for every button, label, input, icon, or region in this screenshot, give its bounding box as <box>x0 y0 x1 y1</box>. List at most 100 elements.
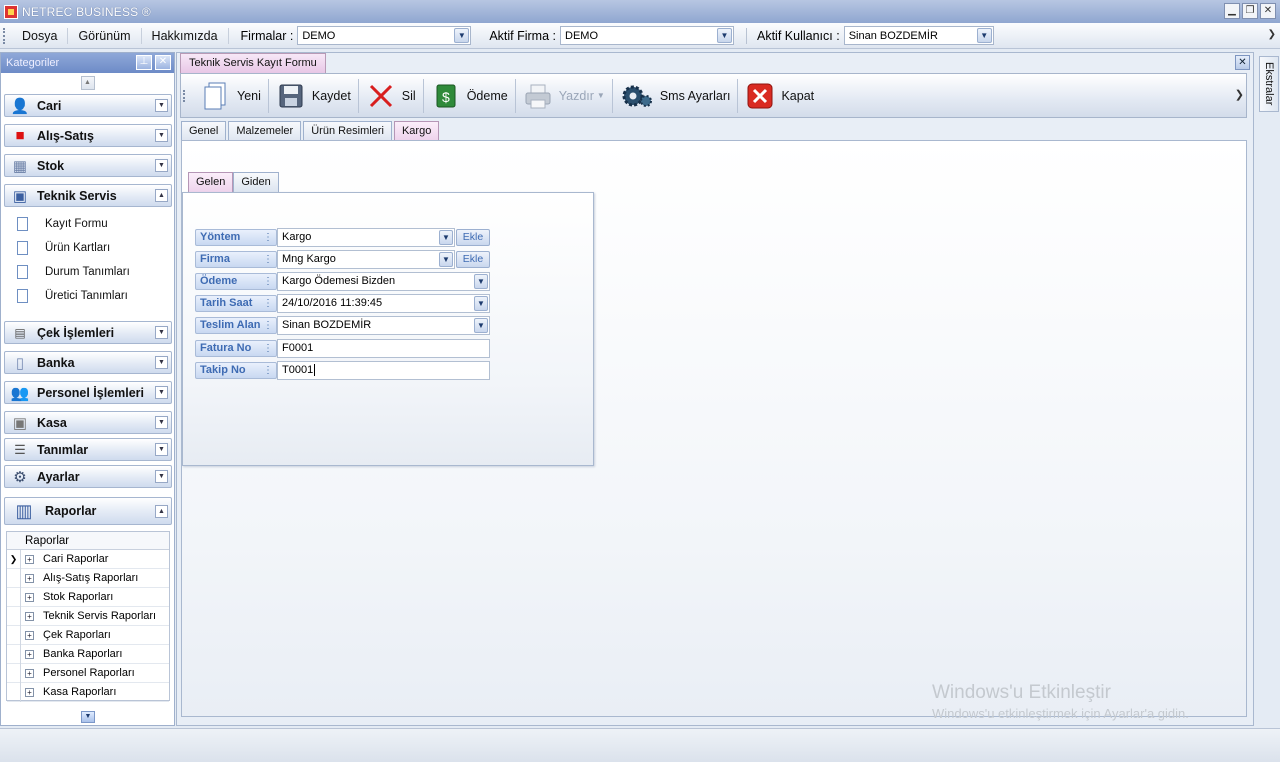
yontem-combo[interactable]: Kargo ▼ <box>277 228 455 247</box>
printer-icon <box>523 81 553 111</box>
chevron-down-icon[interactable]: ▼ <box>155 416 168 429</box>
group-cari[interactable]: 👤 Cari ▼ <box>4 94 172 117</box>
tree-row[interactable]: ❯ + Cari Raporlar <box>7 549 169 569</box>
tarih-picker[interactable]: 24/10/2016 11:39:45 ▼ <box>277 294 490 313</box>
group-ayarlar[interactable]: ⚙ Ayarlar ▼ <box>4 465 172 488</box>
right-rail: Ekstralar <box>1258 52 1280 726</box>
sms-settings-button[interactable]: Sms Ayarları <box>613 76 738 116</box>
takip-input[interactable]: T0001 <box>277 361 490 380</box>
close-icon[interactable]: ✕ <box>155 55 171 70</box>
group-stok[interactable]: ▦ Stok ▼ <box>4 154 172 177</box>
save-button[interactable]: Kaydet <box>269 76 358 116</box>
expand-icon[interactable]: + <box>25 668 34 678</box>
minimize-icon[interactable]: ▁ <box>1224 3 1240 19</box>
menu-hakkimizda[interactable]: Hakkımızda <box>142 27 229 44</box>
chevron-down-icon[interactable]: ▼ <box>155 159 168 172</box>
row-selector <box>7 587 21 607</box>
chevron-down-icon[interactable]: ▼ <box>454 28 470 43</box>
dropdown-arrow-icon[interactable]: ▼ <box>597 91 605 100</box>
scroll-down-button[interactable]: ▼ <box>81 711 95 723</box>
document-tab[interactable]: Teknik Servis Kayıt Formu <box>180 53 326 73</box>
print-button[interactable]: Yazdır ▼ <box>516 76 612 116</box>
tab-gelen[interactable]: Gelen <box>188 172 234 192</box>
aktif-kullanici-value: Sinan BOZDEMİR <box>848 29 938 42</box>
new-button[interactable]: Yeni <box>194 76 268 116</box>
chevron-up-icon[interactable]: ▲ <box>155 505 168 518</box>
group-kasa[interactable]: ▣ Kasa ▼ <box>4 411 172 434</box>
sidebar-item-urun-kartlari[interactable]: Ürün Kartları <box>17 241 110 255</box>
group-teknik-servis[interactable]: ▣ Teknik Servis ▲ <box>4 184 172 207</box>
chevron-down-icon[interactable]: ▼ <box>155 386 168 399</box>
chevron-down-icon[interactable]: ▼ <box>155 470 168 483</box>
expand-icon[interactable]: + <box>25 630 34 640</box>
odeme-combo[interactable]: Kargo Ödemesi Bizden ▼ <box>277 272 490 291</box>
chevron-down-icon[interactable]: ▼ <box>474 296 488 311</box>
chevron-down-icon[interactable]: ▼ <box>474 274 488 289</box>
extras-tab[interactable]: Ekstralar <box>1259 56 1279 112</box>
expand-icon[interactable]: + <box>25 573 34 583</box>
tree-row[interactable]: + Stok Raporları <box>7 587 169 607</box>
firma-add-button[interactable]: Ekle <box>456 251 490 268</box>
tree-row[interactable]: + Çek Raporları <box>7 625 169 645</box>
close-form-button[interactable]: Kapat <box>738 76 821 116</box>
aktif-firma-combo[interactable]: DEMO ▼ <box>560 26 734 45</box>
group-raporlar[interactable]: ▥ Raporlar ▲ <box>4 497 172 525</box>
menu-grip[interactable] <box>3 27 6 44</box>
tree-row[interactable]: + Banka Raporları <box>7 644 169 664</box>
chevron-down-icon[interactable]: ▼ <box>155 356 168 369</box>
firmalar-combo[interactable]: DEMO ▼ <box>297 26 472 45</box>
sidebar-item-label: Durum Tanımları <box>45 266 130 278</box>
expand-icon[interactable]: + <box>25 649 34 659</box>
sidebar-item-durum-tanimlari[interactable]: Durum Tanımları <box>17 265 130 279</box>
kargo-subtabs: Gelen Giden <box>188 172 279 192</box>
teslim-combo[interactable]: Sinan BOZDEMİR ▼ <box>277 316 490 335</box>
payment-button[interactable]: $ Ödeme <box>424 76 515 116</box>
tab-genel[interactable]: Genel <box>181 121 227 140</box>
tree-row[interactable]: + Teknik Servis Raporları <box>7 606 169 626</box>
overflow-arrow-icon[interactable]: ❯ <box>1268 29 1276 40</box>
chevron-down-icon[interactable]: ▼ <box>474 318 488 333</box>
expand-icon[interactable]: + <box>25 592 34 602</box>
tab-giden[interactable]: Giden <box>233 172 279 192</box>
chevron-down-icon[interactable]: ▼ <box>155 326 168 339</box>
fatura-input[interactable]: F0001 <box>277 339 490 358</box>
expand-icon[interactable]: + <box>25 554 34 564</box>
tab-malzemeler[interactable]: Malzemeler <box>228 121 302 140</box>
chevron-down-icon[interactable]: ▼ <box>976 28 992 43</box>
svg-text:$: $ <box>442 89 450 105</box>
tab-urun-resimleri[interactable]: Ürün Resimleri <box>303 121 392 140</box>
sidebar-item-uretici-tanimlari[interactable]: Üretici Tanımları <box>17 289 128 303</box>
scroll-up-button[interactable]: ▲ <box>80 76 95 90</box>
firma-combo[interactable]: Mng Kargo ▼ <box>277 250 455 269</box>
group-alis-satis[interactable]: ■ Alış-Satış ▼ <box>4 124 172 147</box>
chevron-down-icon[interactable]: ▼ <box>155 443 168 456</box>
menu-gorunum[interactable]: Görünüm <box>68 27 142 44</box>
chevron-down-icon[interactable]: ▼ <box>717 28 732 43</box>
tree-row[interactable]: + Kasa Raporları <box>7 682 169 702</box>
expand-icon[interactable]: + <box>25 611 34 621</box>
yontem-add-button[interactable]: Ekle <box>456 229 490 246</box>
pin-icon[interactable]: ⊥ <box>136 55 152 70</box>
chevron-up-icon[interactable]: ▲ <box>155 189 168 202</box>
delete-button[interactable]: Sil <box>359 76 423 116</box>
menu-dosya[interactable]: Dosya <box>12 27 69 44</box>
toolbar-overflow-icon[interactable]: ❯ <box>1235 88 1244 101</box>
chevron-down-icon[interactable]: ▼ <box>439 230 453 245</box>
sidebar-item-kayit-formu[interactable]: Kayıt Formu <box>17 217 108 231</box>
tree-row[interactable]: + Alış-Satış Raporları <box>7 568 169 588</box>
chevron-down-icon[interactable]: ▼ <box>155 129 168 142</box>
close-icon[interactable]: ✕ <box>1235 55 1250 70</box>
tab-kargo[interactable]: Kargo <box>393 121 440 140</box>
expand-icon[interactable]: + <box>25 687 34 697</box>
restore-icon[interactable]: ❐ <box>1242 3 1258 19</box>
tree-row[interactable]: + Personel Raporları <box>7 663 169 683</box>
chevron-down-icon[interactable]: ▼ <box>439 252 453 267</box>
close-icon[interactable]: ✕ <box>1260 3 1276 19</box>
toolbar-grip[interactable] <box>183 89 186 102</box>
chevron-down-icon[interactable]: ▼ <box>155 99 168 112</box>
group-tanimlar[interactable]: ☰ Tanımlar ▼ <box>4 438 172 461</box>
aktif-kullanici-combo[interactable]: Sinan BOZDEMİR ▼ <box>843 26 994 45</box>
group-banka[interactable]: ▯ Banka ▼ <box>4 351 172 374</box>
group-cek-islemleri[interactable]: ▤ Çek İşlemleri ▼ <box>4 321 172 344</box>
group-personel-islemleri[interactable]: 👥 Personel İşlemleri ▼ <box>4 381 172 404</box>
